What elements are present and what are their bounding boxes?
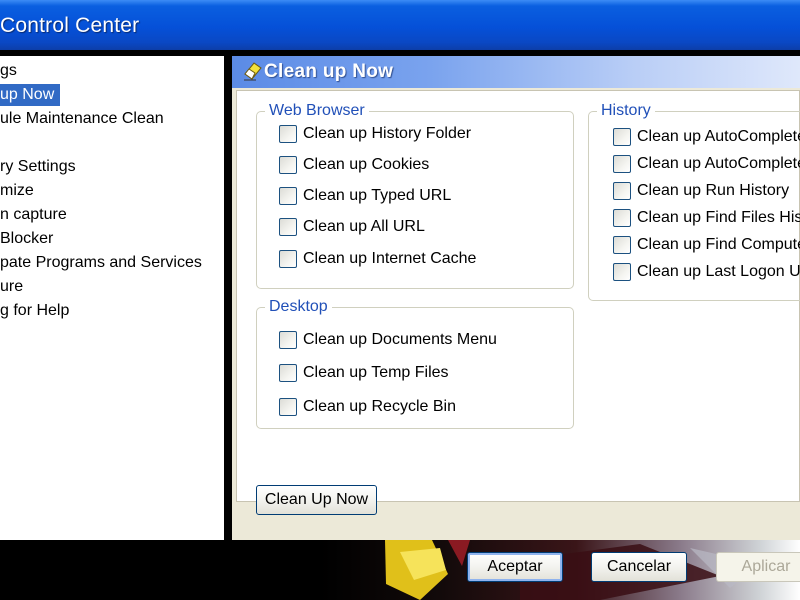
checkbox-label: Clean up Find Files Hist: [637, 209, 800, 226]
checkbox-row[interactable]: Clean up All URL: [279, 216, 425, 238]
desktop-group: Desktop Clean up Documents Menu Clean up…: [256, 297, 574, 429]
window-title: Control Center: [0, 14, 140, 37]
tree-item-secure[interactable]: ure: [0, 276, 23, 298]
checkbox-label: Clean up AutoComplete: [637, 128, 800, 145]
checkbox[interactable]: [613, 182, 631, 200]
checkbox[interactable]: [613, 128, 631, 146]
checkbox-row[interactable]: Clean up Typed URL: [279, 185, 451, 207]
history-group-label: History: [597, 101, 655, 121]
checkbox-row[interactable]: Clean up Last Logon Us: [613, 261, 800, 283]
tree-item-screen-capture[interactable]: n capture: [0, 204, 67, 226]
apply-button[interactable]: Aplicar: [716, 552, 800, 582]
tree-item-optimize[interactable]: mize: [0, 180, 34, 202]
checkbox-row[interactable]: Clean up Documents Menu: [279, 329, 497, 351]
checkbox-row[interactable]: Clean up Internet Cache: [279, 248, 476, 270]
checkbox-label: Clean up All URL: [303, 218, 425, 235]
checkbox-row[interactable]: Clean up AutoComplete: [613, 126, 800, 148]
desktop-group-label: Desktop: [265, 297, 332, 317]
checkbox-row[interactable]: Clean up Temp Files: [279, 362, 449, 384]
checkbox[interactable]: [613, 209, 631, 227]
checkbox-label: Clean up Typed URL: [303, 187, 452, 204]
web-browser-group-label: Web Browser: [265, 101, 369, 121]
navigation-tree: gs up Now ule Maintenance Clean ry Setti…: [0, 56, 224, 540]
checkbox-label: Clean up Run History: [637, 182, 790, 199]
checkbox[interactable]: [279, 250, 297, 268]
checkbox-row[interactable]: Clean up AutoComplete: [613, 153, 800, 175]
tree-item-history-settings[interactable]: ry Settings: [0, 156, 76, 178]
tree-item-schedule-maintenance-clean[interactable]: ule Maintenance Clean: [0, 108, 164, 130]
checkbox-label: Clean up Temp Files: [303, 364, 449, 381]
panel-title: Clean up Now: [264, 61, 394, 82]
checkbox[interactable]: [279, 398, 297, 416]
eraser-icon: [244, 62, 262, 81]
checkbox-row[interactable]: Clean up Recycle Bin: [279, 396, 456, 418]
accept-button[interactable]: Aceptar: [467, 552, 563, 582]
web-browser-group: Web Browser Clean up History Folder Clea…: [256, 101, 574, 289]
checkbox-label: Clean up Find Compute: [637, 236, 800, 253]
checkbox[interactable]: [279, 187, 297, 205]
checkbox[interactable]: [613, 236, 631, 254]
tree-item-separate-programs-and-services[interactable]: pate Programs and Services: [0, 252, 202, 274]
checkbox[interactable]: [279, 331, 297, 349]
dialog-button-bar: Aceptar Cancelar Aplicar: [0, 540, 800, 600]
checkbox-label: Clean up Internet Cache: [303, 250, 477, 267]
checkbox-label: Clean up Recycle Bin: [303, 398, 456, 415]
checkbox-row[interactable]: Clean up Find Files Hist: [613, 207, 800, 229]
checkbox[interactable]: [279, 364, 297, 382]
checkbox-row[interactable]: Clean up Run History: [613, 180, 789, 202]
checkbox[interactable]: [279, 156, 297, 174]
tree-item-popup-blocker[interactable]: Blocker: [0, 228, 53, 250]
checkbox[interactable]: [279, 125, 297, 143]
checkbox-label: Clean up Cookies: [303, 156, 430, 173]
clean-up-panel: Clean up Now Web Browser Clean up Histor…: [232, 56, 800, 540]
checkbox-row[interactable]: Clean up Find Compute: [613, 234, 800, 256]
checkbox-label: Clean up AutoComplete: [637, 155, 800, 172]
tree-item-settings[interactable]: gs: [0, 60, 17, 82]
cancel-button[interactable]: Cancelar: [591, 552, 687, 582]
checkbox-label: Clean up Documents Menu: [303, 331, 497, 348]
checkbox[interactable]: [613, 155, 631, 173]
tree-item-looking-for-help[interactable]: g for Help: [0, 300, 69, 322]
tree-item-clean-up-now[interactable]: up Now: [0, 84, 61, 106]
clean-up-now-button[interactable]: Clean Up Now: [256, 485, 377, 515]
checkbox-label: Clean up Last Logon Us: [637, 263, 800, 280]
checkbox[interactable]: [613, 263, 631, 281]
checkbox-row[interactable]: Clean up History Folder: [279, 123, 471, 145]
panel-header: Clean up Now: [232, 56, 800, 88]
title-bar[interactable]: Control Center: [0, 0, 800, 50]
checkbox-label: Clean up History Folder: [303, 125, 472, 142]
history-group: History Clean up AutoComplete Clean up A…: [588, 101, 800, 301]
checkbox-row[interactable]: Clean up Cookies: [279, 154, 429, 176]
checkbox[interactable]: [279, 218, 297, 236]
panel-content: Web Browser Clean up History Folder Clea…: [236, 90, 800, 502]
